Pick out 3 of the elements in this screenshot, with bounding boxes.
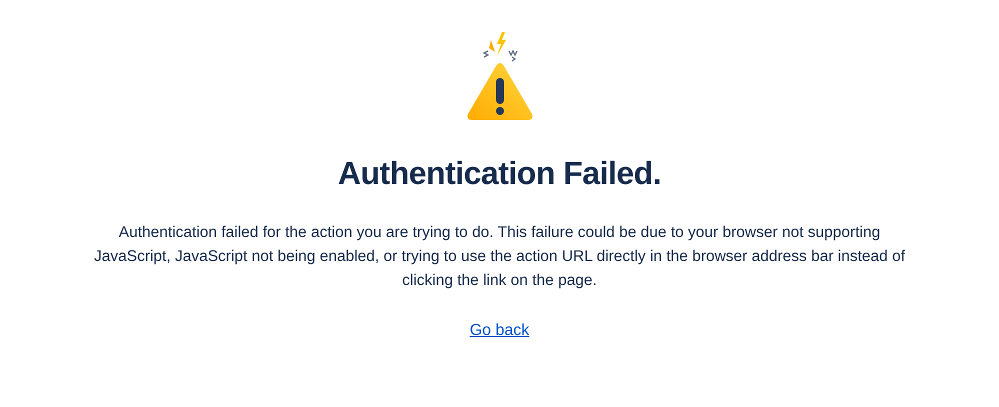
error-message: Authentication failed for the action you are trying to do. This failure could be due to your browser not supporting JavaScript, JavaScript not being enabled, or trying to use the action URL directly in the browser address bar instead of clicking the link on the page. <box>92 223 906 291</box>
go-back-link[interactable]: Go back <box>470 319 530 343</box>
page-heading: Authentication Failed. <box>338 154 662 193</box>
